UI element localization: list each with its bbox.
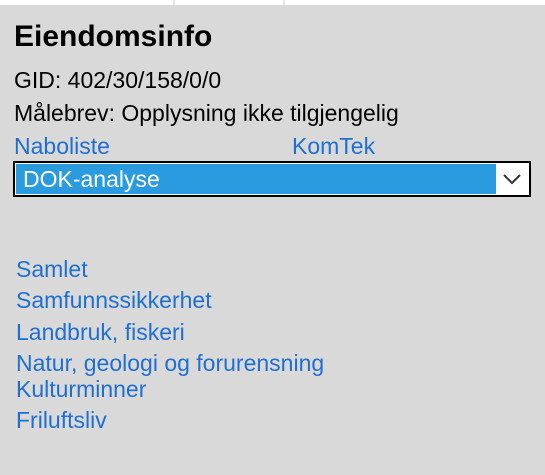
panel-title: Eiendomsinfo	[14, 20, 213, 53]
naboliste-link[interactable]: Naboliste	[14, 132, 110, 160]
property-info-panel: Eiendomsinfo GID: 402/30/158/0/0 Målebre…	[0, 5, 545, 475]
maalebrev-text: Målebrev: Opplysning ikke tilgjengelig	[14, 100, 399, 126]
category-link-natur[interactable]: Natur, geologi og forurensning	[16, 349, 324, 377]
category-link-landbruk[interactable]: Landbruk, fiskeri	[16, 318, 185, 346]
komtek-link[interactable]: KomTek	[292, 132, 375, 160]
category-link-kulturminner[interactable]: Kulturminner	[16, 375, 146, 403]
chevron-down-icon	[503, 174, 521, 185]
category-link-friluftsliv[interactable]: Friluftsliv	[16, 406, 107, 434]
analysis-select-value: DOK-analyse	[16, 164, 496, 194]
gid-text: GID: 402/30/158/0/0	[14, 67, 222, 93]
category-link-samfunnssikkerhet[interactable]: Samfunnssikkerhet	[16, 286, 212, 314]
category-link-samlet[interactable]: Samlet	[16, 255, 88, 283]
analysis-select[interactable]: DOK-analyse	[13, 161, 531, 197]
